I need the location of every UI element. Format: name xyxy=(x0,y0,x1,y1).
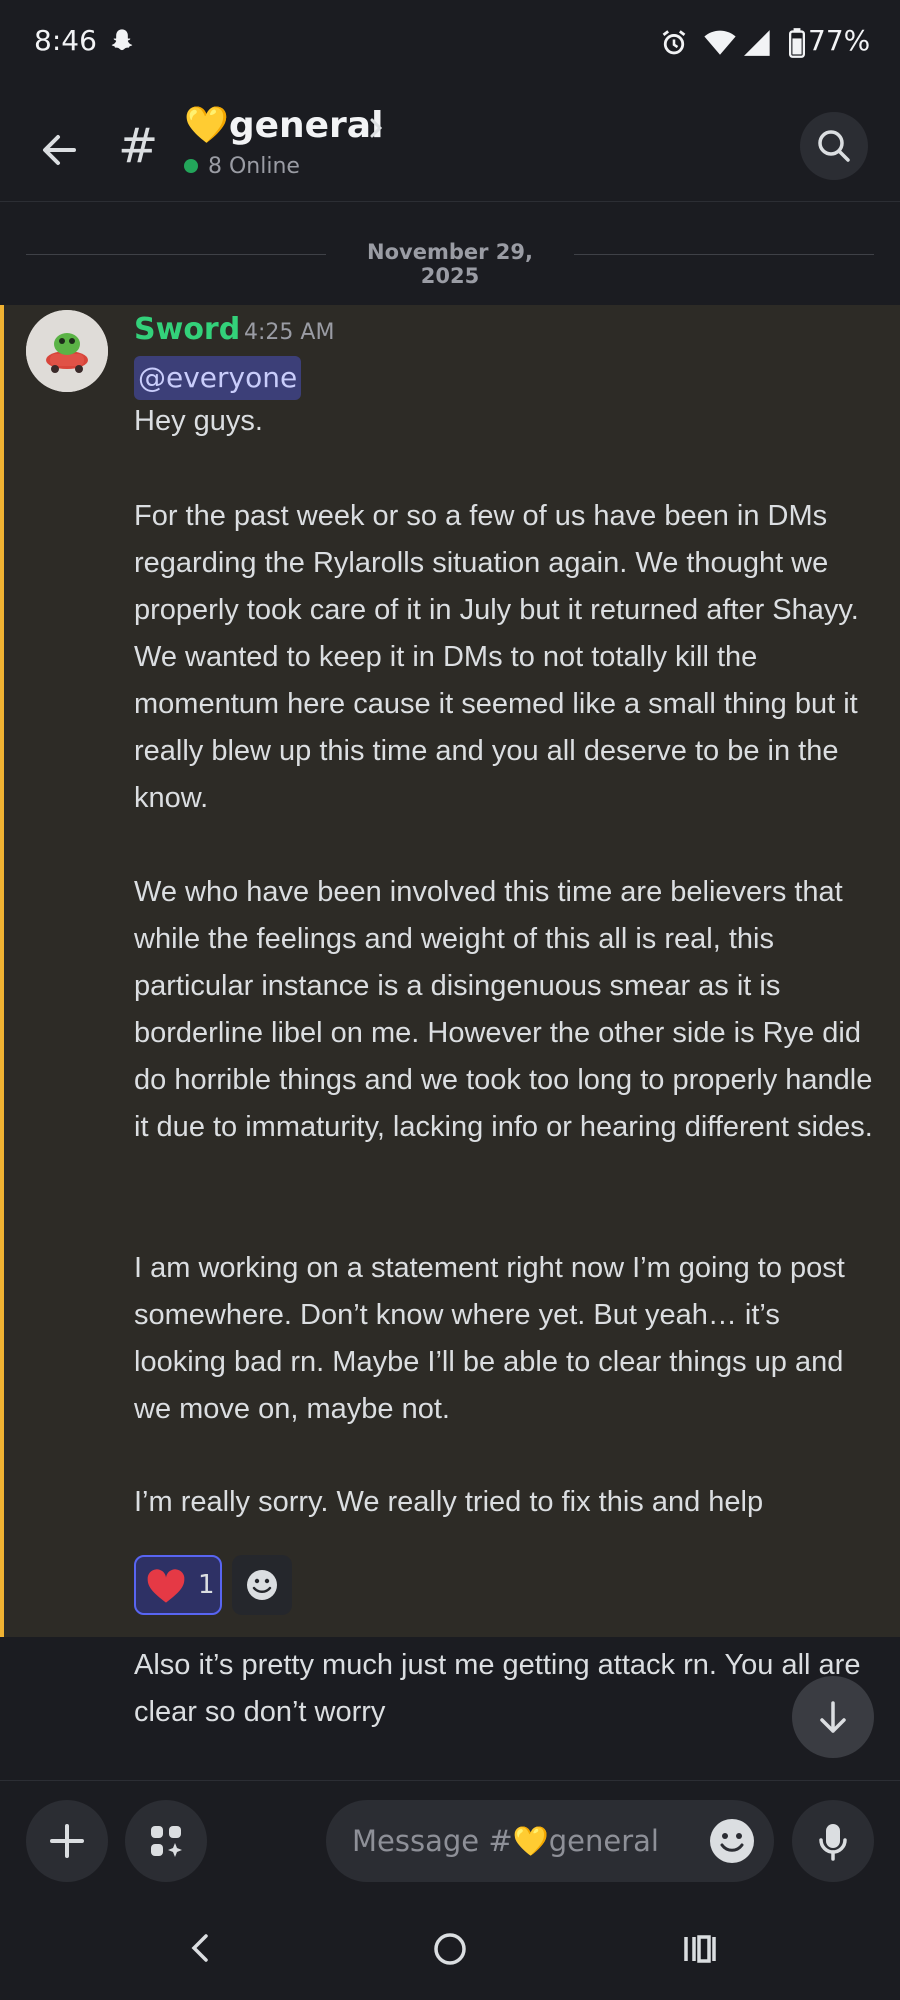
nav-home-icon xyxy=(434,1933,466,1965)
battery-percent: 77% xyxy=(808,24,871,57)
plus-icon xyxy=(50,1824,84,1858)
back-button[interactable] xyxy=(30,120,90,180)
message-paragraph: I am working on a statement right now I’… xyxy=(134,1252,845,1425)
date-divider: November 29, 2025 xyxy=(367,240,533,288)
online-status-dot xyxy=(184,159,198,173)
emoji-button[interactable] xyxy=(708,1817,756,1865)
attach-button[interactable] xyxy=(26,1800,108,1882)
search-button[interactable] xyxy=(800,112,868,180)
battery-icon xyxy=(789,28,805,58)
jump-to-latest-button[interactable] xyxy=(792,1676,874,1758)
apps-button[interactable] xyxy=(125,1800,207,1882)
add-reaction-button[interactable] xyxy=(232,1555,292,1615)
channel-name[interactable]: 💛general xyxy=(184,104,383,146)
nav-back-button[interactable] xyxy=(186,1930,214,1966)
followup-message[interactable]: Also it’s pretty much just me getting at… xyxy=(134,1642,874,1736)
nav-recents-icon xyxy=(684,1935,716,1963)
mention-highlight-bar xyxy=(0,305,4,1637)
message-author[interactable]: Sword xyxy=(134,312,240,347)
back-arrow-icon xyxy=(43,135,76,165)
voice-message-button[interactable] xyxy=(792,1800,874,1882)
snapchat-icon xyxy=(108,27,136,55)
arrow-down-icon xyxy=(820,1701,846,1733)
nav-home-button[interactable] xyxy=(433,1932,467,1966)
message-timestamp: 4:25 AM xyxy=(244,320,335,345)
heart-icon xyxy=(147,1569,185,1603)
message-paragraph: For the past week or so a few of us have… xyxy=(134,500,859,814)
message-paragraph: We who have been involved this time are … xyxy=(134,876,873,1143)
mention-everyone[interactable]: @everyone xyxy=(134,356,302,400)
date-divider-line xyxy=(574,254,874,255)
apps-icon xyxy=(151,1826,182,1857)
add-reaction-icon xyxy=(247,1570,277,1600)
date-divider-line xyxy=(26,254,326,255)
mic-icon xyxy=(819,1824,847,1861)
nav-recents-button[interactable] xyxy=(682,1934,718,1964)
search-icon xyxy=(818,130,850,162)
nav-back-icon xyxy=(191,1934,208,1962)
hash-icon: # xyxy=(118,118,159,174)
chevron-right-icon[interactable] xyxy=(366,116,386,140)
message-paragraph: I’m really sorry. We really tried to fix… xyxy=(134,1486,764,1518)
status-time: 8:46 xyxy=(34,24,97,57)
emoji-icon xyxy=(710,1819,754,1863)
wifi-icon xyxy=(704,30,736,56)
signal-icon xyxy=(744,30,772,56)
alarm-icon xyxy=(660,29,688,57)
avatar[interactable] xyxy=(26,310,108,392)
reaction-count: 1 xyxy=(198,1570,215,1600)
message-paragraph: Hey guys. xyxy=(134,405,263,437)
online-count: 8 Online xyxy=(208,154,300,179)
message-placeholder: Message #💛general xyxy=(352,1824,659,1858)
